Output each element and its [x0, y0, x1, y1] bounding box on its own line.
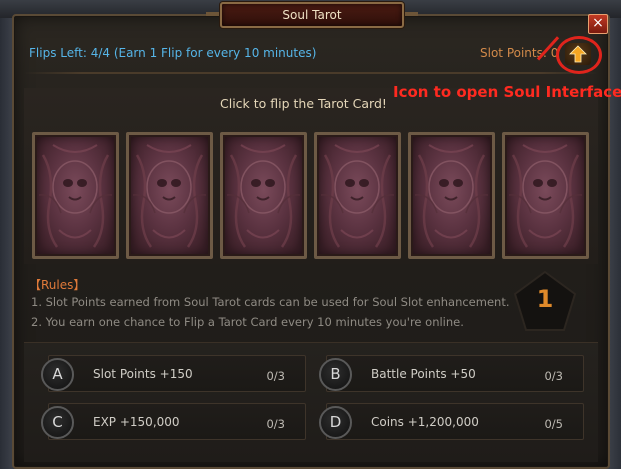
close-button[interactable]: × [588, 14, 608, 34]
card-instruction: Click to flip the Tarot Card! [220, 96, 387, 111]
annotation-circle [556, 36, 602, 74]
reward-letter-badge: D [319, 406, 352, 439]
window-title: Soul Tarot [282, 8, 342, 22]
card-back-art [508, 144, 583, 248]
reward-row-c: C EXP +150,000 0/3 [41, 403, 306, 440]
rule-1: 1. Slot Points earned from Soul Tarot ca… [31, 295, 510, 309]
card-back-art [38, 144, 113, 248]
title-ornament-left [206, 12, 220, 16]
reward-count: 0/5 [544, 417, 563, 431]
reward-count: 0/3 [544, 369, 563, 383]
tarot-card-1[interactable] [32, 132, 119, 259]
reward-row-b: B Battle Points +50 0/3 [319, 355, 584, 392]
reward-count: 0/3 [266, 417, 285, 431]
annotation-text: Icon to open Soul Interface [393, 83, 621, 101]
card-back-art [414, 144, 489, 248]
flip-counter-value: 1 [536, 285, 554, 313]
card-row [32, 132, 592, 260]
close-icon: × [592, 15, 604, 31]
card-back-art [226, 144, 301, 248]
tarot-card-5[interactable] [408, 132, 495, 259]
tarot-card-6[interactable] [502, 132, 589, 259]
reward-letter-badge: A [41, 358, 74, 391]
rule-2: 2. You earn one chance to Flip a Tarot C… [31, 315, 464, 329]
reward-label: Battle Points +50 [371, 367, 476, 381]
rules-title: 【Rules】 [29, 278, 86, 292]
reward-label: Coins +1,200,000 [371, 415, 479, 429]
reward-letter-badge: C [41, 406, 74, 439]
header-divider [24, 72, 598, 74]
reward-count: 0/3 [266, 369, 285, 383]
reward-label: Slot Points +150 [93, 367, 193, 381]
reward-letter-badge: B [319, 358, 352, 391]
tarot-card-2[interactable] [126, 132, 213, 259]
window-title-plate: Soul Tarot [220, 2, 404, 28]
tarot-card-4[interactable] [314, 132, 401, 259]
title-ornament-right [404, 12, 418, 16]
card-back-art [320, 144, 395, 248]
tarot-card-3[interactable] [220, 132, 307, 259]
flips-left-text: Flips Left: 4/4 (Earn 1 Flip for every 1… [29, 46, 317, 60]
reward-label: EXP +150,000 [93, 415, 180, 429]
reward-row-d: D Coins +1,200,000 0/5 [319, 403, 584, 440]
reward-row-a: A Slot Points +150 0/3 [41, 355, 306, 392]
card-back-art [132, 144, 207, 248]
